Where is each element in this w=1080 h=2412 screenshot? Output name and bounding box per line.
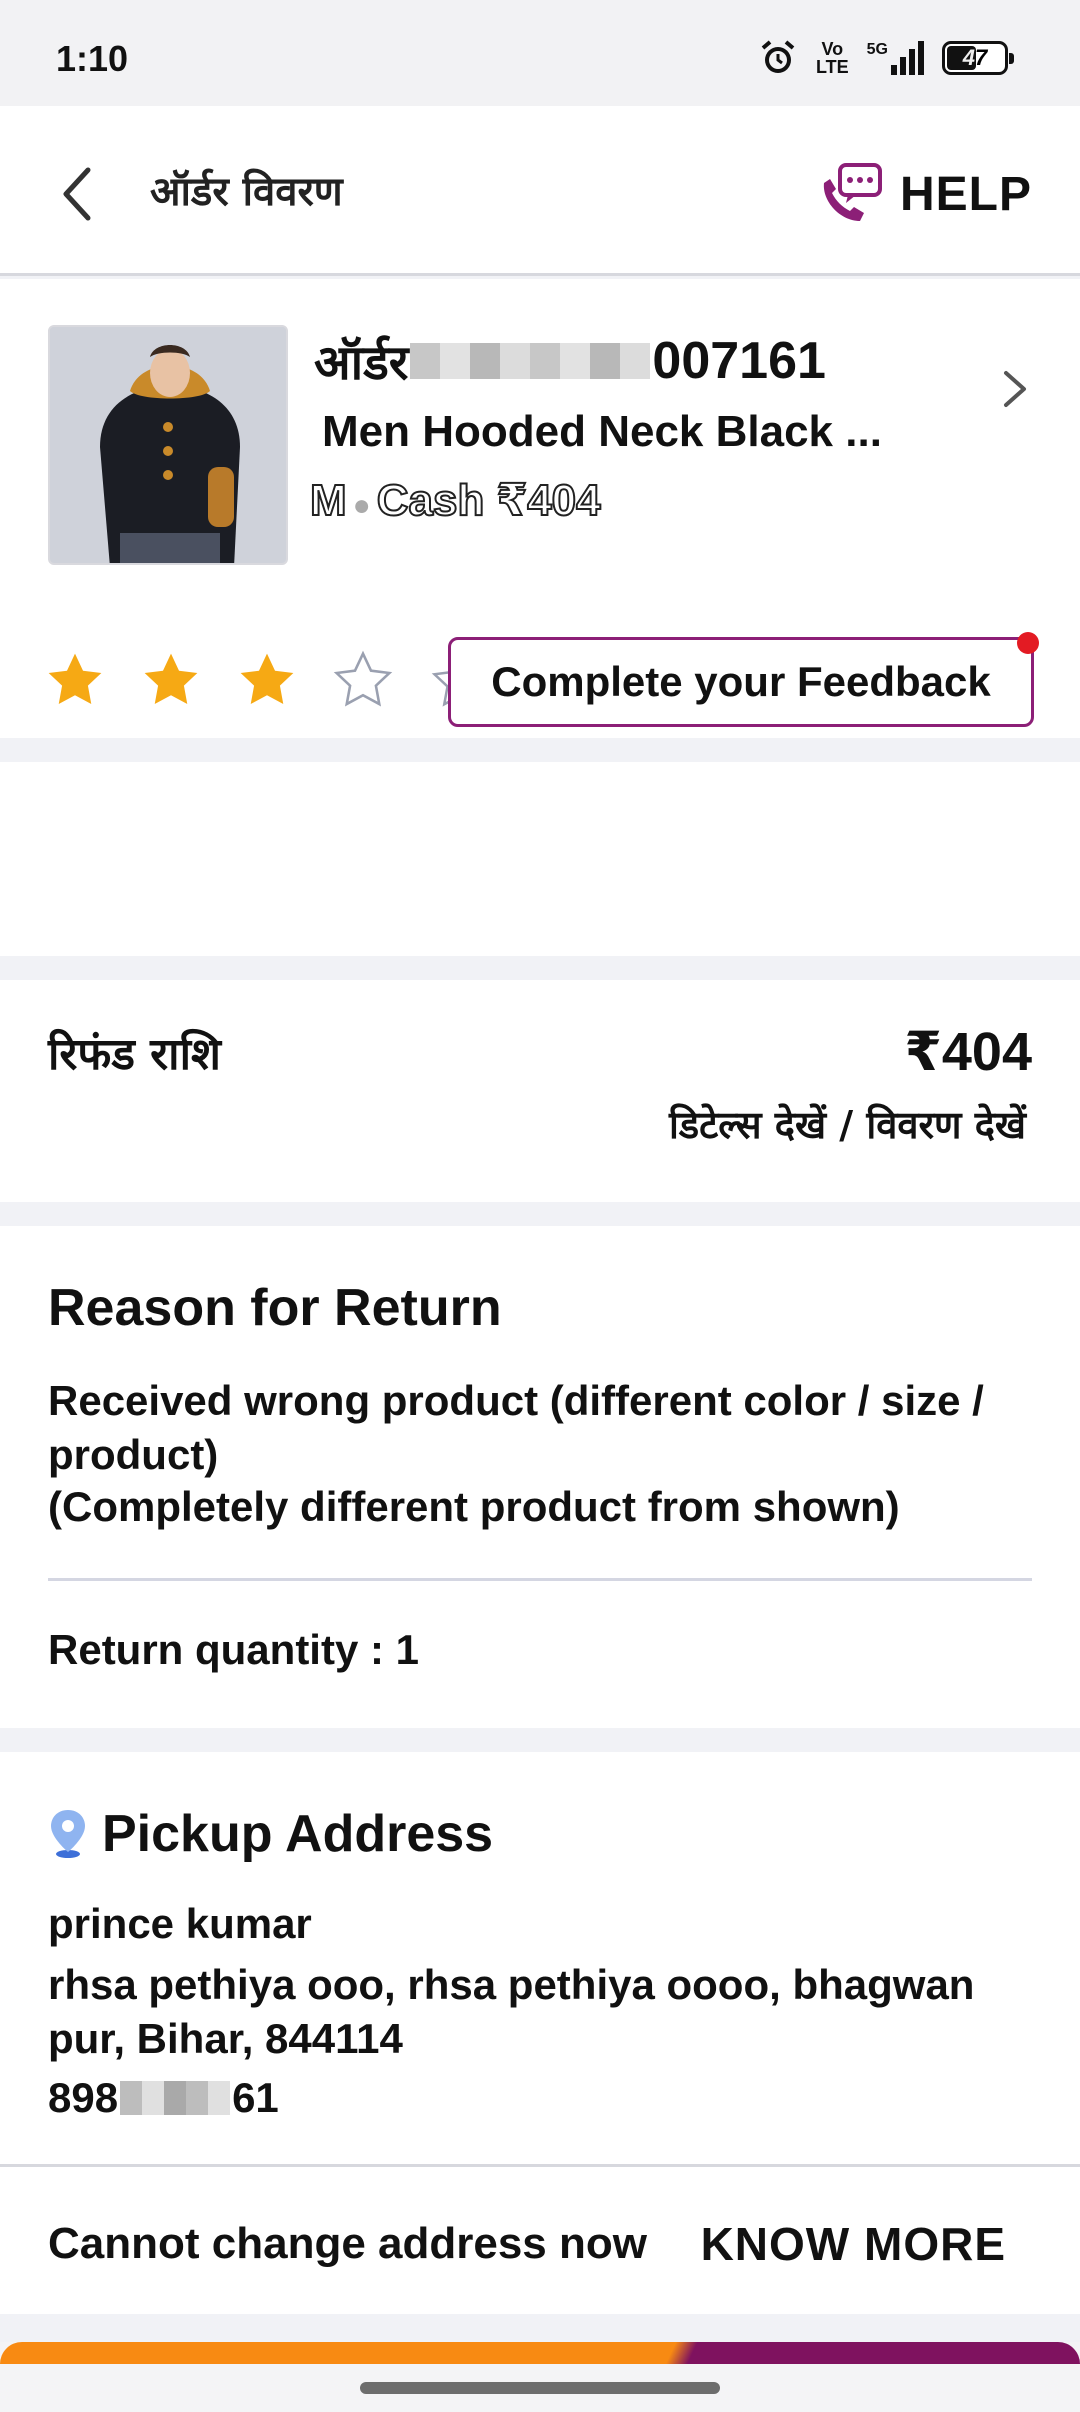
feedback-label: Complete your Feedback xyxy=(491,658,991,705)
reason-line-1: Received wrong product (different color … xyxy=(48,1377,984,1478)
pickup-address-title: Pickup Address xyxy=(48,1804,493,1864)
product-meta: M ● Cash ₹404 xyxy=(309,475,602,526)
complete-feedback-button[interactable]: Complete your Feedback xyxy=(448,632,1039,727)
rating-stars[interactable] xyxy=(44,649,394,711)
volte-indicator: Vo LTE xyxy=(816,40,849,76)
chevron-right-icon xyxy=(1004,371,1026,407)
help-label: HELP xyxy=(899,167,1032,221)
battery-level: 47 xyxy=(962,45,988,70)
pickup-address-card: Pickup Address prince kumar rhsa pethiya… xyxy=(0,1752,1080,2164)
product-payment: Cash ₹404 xyxy=(376,475,602,526)
back-arrow-icon xyxy=(63,167,91,221)
return-quantity: Return quantity : 1 xyxy=(48,1626,420,1673)
volte-top: Vo xyxy=(821,39,844,59)
volte-bottom: LTE xyxy=(815,57,849,77)
divider xyxy=(48,1578,1032,1581)
reason-line-2: (Completely different product from shown… xyxy=(48,1483,900,1530)
status-time: 1:10 xyxy=(56,38,129,79)
notification-dot xyxy=(1017,632,1039,654)
know-more-button[interactable]: KNOW MORE xyxy=(701,2217,1006,2271)
product-size: M xyxy=(309,475,348,526)
page-title: ऑर्डर विवरण xyxy=(150,169,343,215)
refund-label: रिफंड राशि xyxy=(48,1029,221,1080)
order-id-redacted xyxy=(410,343,651,379)
star-filled-icon[interactable] xyxy=(236,649,298,711)
phone-redacted xyxy=(120,2081,231,2115)
order-id-suffix: 007161 xyxy=(652,332,826,390)
location-pin-icon xyxy=(51,1810,85,1858)
product-image xyxy=(48,325,288,565)
phone-suffix: 61 xyxy=(232,2074,279,2121)
alarm-icon xyxy=(761,40,795,73)
home-indicator[interactable] xyxy=(360,2382,720,2394)
change-address-bar: Cannot change address now KNOW MORE xyxy=(0,2164,1080,2314)
address-name: prince kumar xyxy=(48,1900,312,1947)
change-address-text: Cannot change address now xyxy=(48,2219,647,2268)
refund-details-link[interactable]: डिटेल्स देखें / विवरण देखें xyxy=(669,1098,1026,1150)
address-line: rhsa pethiya ooo, rhsa pethiya oooo, bha… xyxy=(48,1961,975,2062)
back-button[interactable] xyxy=(56,156,116,232)
refund-card: रिफंड राशि ₹404 डिटेल्स देखें / विवरण दे… xyxy=(0,980,1080,1202)
return-reason-card: Reason for Return Received wrong product… xyxy=(0,1226,1080,1728)
product-name: Men Hooded Neck Black ... xyxy=(322,407,882,456)
reason-title: Reason for Return xyxy=(48,1279,502,1337)
empty-section xyxy=(0,762,1080,956)
address-phone: 898 61 xyxy=(48,2074,279,2122)
help-chat-phone-icon xyxy=(823,163,882,221)
bottom-strip xyxy=(0,2342,1080,2412)
order-id-prefix: ऑर्डर xyxy=(314,334,409,391)
status-icons: Vo LTE 5G 47 xyxy=(758,36,1014,80)
status-bar: 1:10 Vo LTE 5G 47 xyxy=(0,0,1080,106)
star-filled-icon[interactable] xyxy=(44,649,106,711)
help-button[interactable]: HELP xyxy=(818,154,1032,234)
signal-icon: 5G xyxy=(867,41,924,75)
star-empty-icon[interactable] xyxy=(332,649,394,711)
order-summary-card[interactable]: ऑर्डर 007161 Men Hooded Neck Black ... M… xyxy=(0,279,1080,738)
order-id: ऑर्डर 007161 xyxy=(314,329,826,393)
pickup-address-label: Pickup Address xyxy=(102,1805,494,1863)
phone-prefix: 898 xyxy=(48,2074,119,2121)
battery-icon: 47 xyxy=(942,41,1014,75)
star-filled-icon[interactable] xyxy=(140,649,202,711)
brand-gradient-band xyxy=(0,2342,1080,2364)
network-type: 5G xyxy=(866,41,888,58)
page-header: ऑर्डर विवरण HELP xyxy=(0,106,1080,276)
refund-amount: ₹404 xyxy=(904,1022,1032,1082)
reason-text: Received wrong product (different color … xyxy=(48,1374,1038,1534)
